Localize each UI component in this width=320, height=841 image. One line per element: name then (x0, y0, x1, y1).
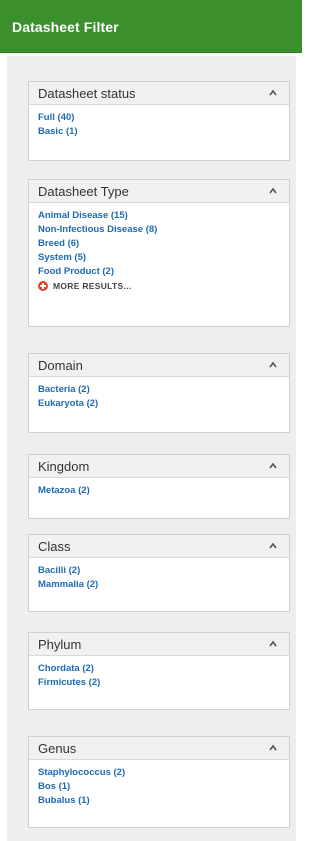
filter-item-chordata[interactable]: Chordata (2) (38, 662, 289, 676)
filter-card-header[interactable]: Genus (29, 737, 289, 760)
filter-panel (7, 56, 296, 841)
filter-card-header[interactable]: Datasheet Type (29, 180, 289, 203)
filter-item-eukaryota[interactable]: Eukaryota (2) (38, 397, 289, 411)
filter-item-metazoa[interactable]: Metazoa (2) (38, 484, 289, 498)
filter-card-status: Datasheet status Full (40) Basic (1) (28, 81, 290, 161)
filter-card-title: Phylum (38, 637, 82, 652)
filter-item-firmicutes[interactable]: Firmicutes (2) (38, 676, 289, 690)
chevron-up-icon[interactable] (269, 361, 277, 369)
chevron-up-icon[interactable] (269, 187, 277, 195)
filter-card-header[interactable]: Class (29, 535, 289, 558)
filter-card-title: Class (38, 539, 71, 554)
chevron-up-icon[interactable] (269, 640, 277, 648)
filter-card-header[interactable]: Kingdom (29, 455, 289, 478)
chevron-up-icon[interactable] (269, 462, 277, 470)
filter-title: Datasheet Filter (12, 19, 119, 35)
chevron-up-icon[interactable] (269, 542, 277, 550)
filter-card-genus: Genus Staphylococcus (2) Bos (1) Bubalus… (28, 736, 290, 828)
filter-header: Datasheet Filter (0, 0, 302, 53)
filter-card-type: Datasheet Type Animal Disease (15) Non-I… (28, 179, 290, 327)
chevron-up-icon[interactable] (269, 744, 277, 752)
filter-item-basic[interactable]: Basic (1) (38, 125, 289, 139)
filter-item-bos[interactable]: Bos (1) (38, 780, 289, 794)
filter-item-food-product[interactable]: Food Product (2) (38, 265, 289, 279)
filter-list: Metazoa (2) (29, 478, 289, 498)
filter-item-mammalia[interactable]: Mammalia (2) (38, 578, 289, 592)
filter-item-breed[interactable]: Breed (6) (38, 237, 289, 251)
filter-list: Full (40) Basic (1) (29, 105, 289, 139)
more-results-label: MORE RESULTS... (53, 281, 132, 291)
filter-list: Chordata (2) Firmicutes (2) (29, 656, 289, 690)
filter-card-header[interactable]: Domain (29, 354, 289, 377)
filter-item-bubalus[interactable]: Bubalus (1) (38, 794, 289, 808)
filter-card-phylum: Phylum Chordata (2) Firmicutes (2) (28, 632, 290, 710)
filter-card-domain: Domain Bacteria (2) Eukaryota (2) (28, 353, 290, 433)
filter-item-bacilli[interactable]: Bacilli (2) (38, 564, 289, 578)
filter-item-full[interactable]: Full (40) (38, 111, 289, 125)
filter-list: Staphylococcus (2) Bos (1) Bubalus (1) (29, 760, 289, 808)
more-results-link[interactable]: MORE RESULTS... (38, 279, 289, 293)
filter-item-system[interactable]: System (5) (38, 251, 289, 265)
filter-card-title: Datasheet status (38, 86, 136, 101)
filter-card-title: Domain (38, 358, 83, 373)
filter-card-kingdom: Kingdom Metazoa (2) (28, 454, 290, 519)
filter-card-title: Genus (38, 741, 77, 756)
filter-card-class: Class Bacilli (2) Mammalia (2) (28, 534, 290, 612)
filter-item-bacteria[interactable]: Bacteria (2) (38, 383, 289, 397)
filter-item-non-infectious-disease[interactable]: Non-Infectious Disease (8) (38, 223, 289, 237)
filter-card-title: Datasheet Type (38, 184, 129, 199)
plus-circle-icon (38, 281, 48, 291)
filter-list: Bacteria (2) Eukaryota (2) (29, 377, 289, 411)
filter-item-animal-disease[interactable]: Animal Disease (15) (38, 209, 289, 223)
filter-card-title: Kingdom (38, 459, 90, 474)
filter-card-header[interactable]: Datasheet status (29, 82, 289, 105)
filter-item-staphylococcus[interactable]: Staphylococcus (2) (38, 766, 289, 780)
filter-list: Animal Disease (15) Non-Infectious Disea… (29, 203, 289, 293)
filter-card-header[interactable]: Phylum (29, 633, 289, 656)
chevron-up-icon[interactable] (269, 89, 277, 97)
filter-list: Bacilli (2) Mammalia (2) (29, 558, 289, 592)
